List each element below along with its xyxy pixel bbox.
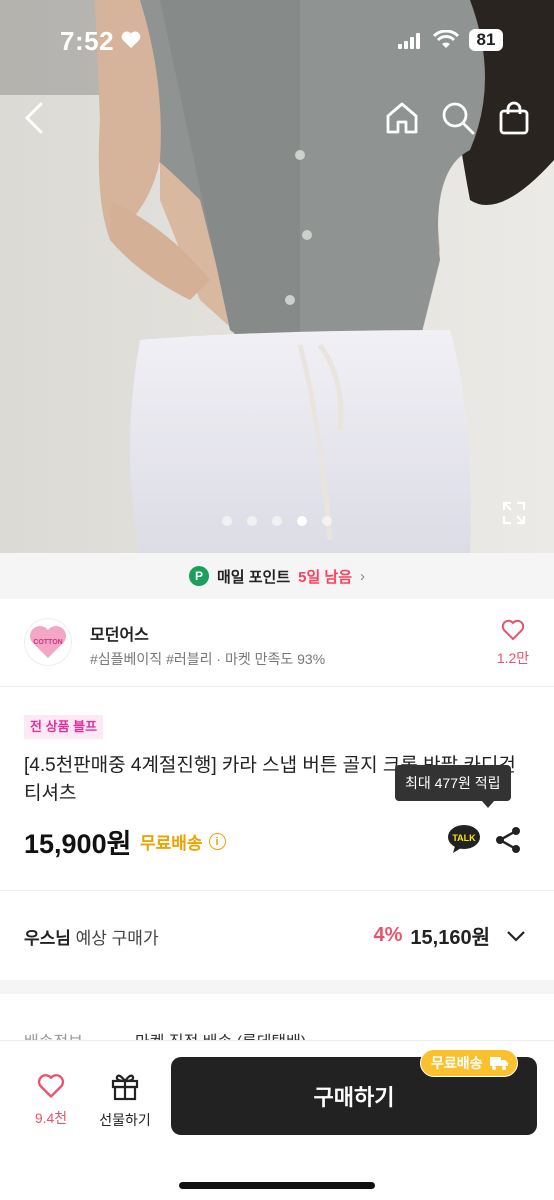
home-indicator (179, 1182, 375, 1189)
member-price-caption: 예상 구매가 (75, 929, 159, 948)
wishlist-button[interactable]: 9.4천 (26, 1073, 76, 1128)
member-price-amount: 15,160원 (410, 927, 490, 949)
member-discount: 4% (373, 924, 403, 946)
store-logo-heart-icon: COTTON (30, 626, 66, 658)
store-like-button[interactable]: 1.2만 (492, 619, 534, 668)
svg-text:COTTON: COTTON (33, 639, 62, 646)
gift-label: 선물하기 (99, 1112, 151, 1128)
store-name[interactable]: 모던어스 (90, 621, 149, 645)
heart-outline-icon (501, 619, 525, 640)
status-bar: 7:52 81 (0, 0, 554, 86)
delivery-info: 배송정보 마켓 직접 배송 (롯데택배) (0, 994, 554, 1051)
share-icon[interactable] (495, 826, 521, 854)
free-shipping-badge-text: 무료배송 (431, 1055, 483, 1071)
free-shipping-text: 무료배송 (140, 834, 203, 853)
shopping-bag-icon (499, 101, 529, 135)
member-price-value[interactable]: 4% 15,160원 (374, 921, 526, 950)
store-like-count: 1.2만 (496, 650, 530, 666)
store-info: COTTON 모던어스 #심플베이직 #러블리 · 마켓 만족도 93% 1.2… (0, 599, 554, 687)
home-icon (386, 102, 418, 134)
chevron-left-icon (24, 102, 43, 134)
product-price: 15,900원 (24, 829, 132, 859)
status-time: 7:52 (60, 26, 115, 56)
free-shipping-badge: 무료배송 (420, 1049, 518, 1077)
svg-text:TALK: TALK (452, 833, 476, 843)
chevron-down-icon (507, 930, 525, 942)
member-name: 우스님 (24, 929, 71, 948)
back-button[interactable] (14, 98, 54, 138)
cellular-signal-icon (398, 33, 420, 49)
member-price-row[interactable]: 우스님 예상 구매가 4% 15,160원 (0, 891, 554, 979)
point-icon: P (188, 566, 209, 586)
expand-icon[interactable] (500, 499, 528, 527)
section-divider (0, 980, 554, 994)
point-days-left: 5일 남음 (298, 568, 353, 586)
search-icon (442, 102, 475, 135)
info-icon[interactable]: i (208, 833, 226, 850)
promo-badge: 전 상품 블프 (24, 715, 104, 739)
reward-tooltip: 최대 477원 적립 (395, 765, 511, 808)
carousel-dot[interactable] (222, 516, 232, 526)
product-image-carousel[interactable]: 7:52 81 (0, 0, 554, 553)
daily-point-banner[interactable]: P 매일 포인트 5일 남음 › (0, 553, 554, 599)
carousel-dot[interactable] (272, 516, 282, 526)
store-logo[interactable]: COTTON (24, 618, 72, 666)
gift-icon (111, 1074, 139, 1101)
point-banner-text: 매일 포인트 (216, 568, 291, 586)
heart-status-icon (121, 31, 141, 49)
wifi-icon (433, 30, 459, 48)
truck-icon (489, 1057, 508, 1070)
carousel-dot[interactable] (247, 516, 257, 526)
member-price-label: 우스님 예상 구매가 (24, 924, 159, 949)
home-button[interactable] (382, 98, 422, 138)
wishlist-count: 9.4천 (34, 1110, 68, 1126)
carousel-dot[interactable] (322, 516, 332, 526)
battery-indicator: 81 (469, 29, 503, 51)
kakao-talk-icon[interactable]: TALK (447, 824, 481, 854)
free-shipping-label[interactable]: 무료배송 i (140, 829, 226, 854)
search-button[interactable] (438, 98, 478, 138)
carousel-dot-active[interactable] (297, 516, 307, 526)
gift-button[interactable]: 선물하기 (90, 1071, 160, 1130)
heart-outline-icon (37, 1074, 65, 1098)
carousel-indicator (222, 516, 332, 526)
store-tags: #심플베이직 #러블리 · 마켓 만족도 93% (90, 651, 326, 667)
chevron-right-icon: › (360, 567, 366, 585)
bottom-action-bar: 9.4천 선물하기 구매하기 무료배송 (0, 1040, 554, 1200)
cart-button[interactable] (494, 98, 534, 138)
